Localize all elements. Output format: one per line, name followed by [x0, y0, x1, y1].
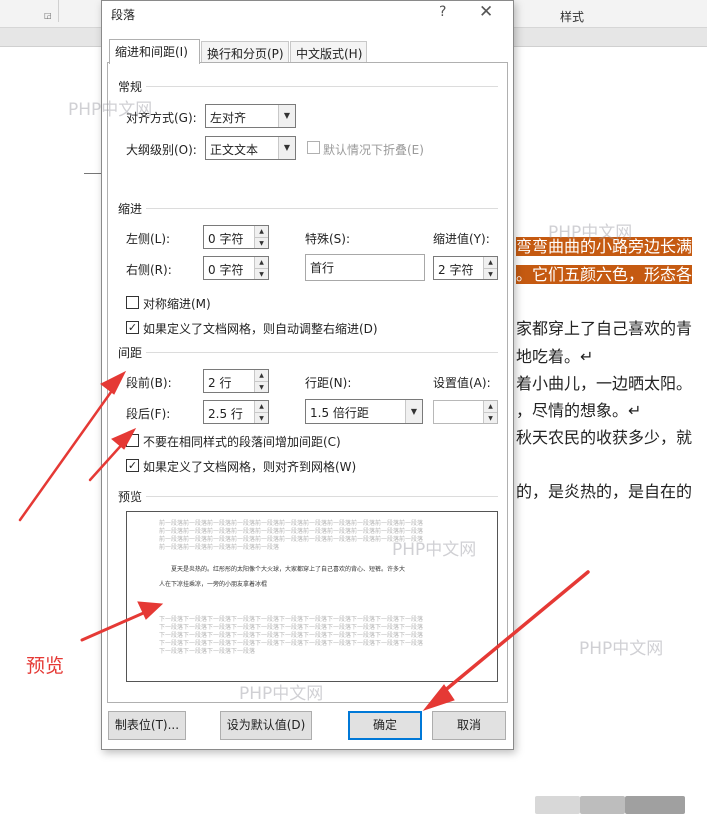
- annotation-arrow: [80, 609, 150, 642]
- annotation-arrowhead: [137, 601, 164, 620]
- annotation-arrowhead: [111, 427, 137, 450]
- annotation-arrows: [18, 370, 590, 712]
- annotation-arrow: [18, 383, 118, 522]
- annotation-label: 预览: [26, 655, 65, 677]
- screen: ◲ 样式 弯弯曲曲的小路旁边长满 。它们五颜六色，形态各 家都穿上了自己喜欢的青…: [0, 0, 707, 832]
- tab-indents-spacing[interactable]: 缩进和间距(I): [109, 39, 200, 64]
- annotation-arrow: [435, 570, 590, 699]
- annotation-arrowhead: [100, 370, 127, 395]
